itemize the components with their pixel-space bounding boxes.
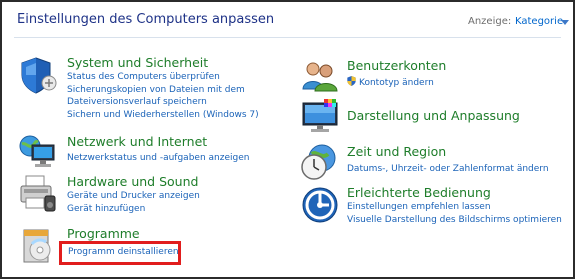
category-network-internet[interactable]: Netzwerk und Internet: [67, 134, 207, 149]
view-by-dropdown[interactable]: Kategorie: [515, 16, 563, 27]
view-by-label: Anzeige:: [468, 16, 512, 27]
link-date-time-format[interactable]: Datums-, Uhrzeit- oder Zahlenformat ände…: [347, 164, 549, 174]
category-time-region[interactable]: Zeit und Region: [347, 144, 446, 159]
shield-icon[interactable]: [18, 55, 58, 95]
link-file-history-1[interactable]: Sicherungskopien von Dateien mit dem: [67, 85, 245, 95]
page-title: Einstellungen des Computers anpassen: [17, 12, 275, 27]
category-appearance[interactable]: Darstellung und Anpassung: [347, 108, 520, 123]
display-icon[interactable]: [300, 97, 340, 137]
category-user-accounts[interactable]: Benutzerkonten: [347, 58, 446, 73]
link-network-status[interactable]: Netzwerkstatus und -aufgaben anzeigen: [67, 153, 249, 163]
link-backup-restore[interactable]: Sichern und Wiederherstellen (Windows 7): [67, 110, 259, 120]
category-programs[interactable]: Programme: [67, 226, 140, 241]
link-optimize-display[interactable]: Visuelle Darstellung des Bildschirms opt…: [347, 215, 562, 225]
network-icon[interactable]: [18, 132, 58, 172]
control-panel-window: Einstellungen des Computers anpassen Anz…: [0, 0, 575, 279]
link-change-account-type-label: Kontotyp ändern: [359, 78, 434, 88]
highlight-box: [59, 241, 181, 265]
link-add-device[interactable]: Gerät hinzufügen: [67, 204, 145, 214]
link-change-account-type[interactable]: Kontotyp ändern: [347, 76, 434, 88]
category-ease-of-access[interactable]: Erleichterte Bedienung: [347, 185, 491, 200]
category-system-security[interactable]: System und Sicherheit: [67, 55, 208, 70]
link-check-status[interactable]: Status des Computers überprüfen: [67, 72, 220, 82]
link-file-history-2[interactable]: Dateiversionsverlauf speichern: [67, 97, 207, 107]
users-icon[interactable]: [300, 57, 340, 97]
chevron-down-icon[interactable]: [561, 20, 569, 25]
uac-shield-icon: [347, 76, 356, 86]
programs-icon[interactable]: [20, 226, 60, 266]
link-recommend-settings[interactable]: Einstellungen empfehlen lassen: [347, 202, 491, 212]
printer-icon[interactable]: [18, 174, 58, 214]
category-hardware-sound[interactable]: Hardware und Sound: [67, 174, 198, 189]
clock-icon[interactable]: [300, 142, 340, 182]
link-devices-printers[interactable]: Geräte und Drucker anzeigen: [67, 191, 200, 201]
header-divider: [14, 37, 561, 38]
accessibility-icon[interactable]: [300, 185, 340, 225]
